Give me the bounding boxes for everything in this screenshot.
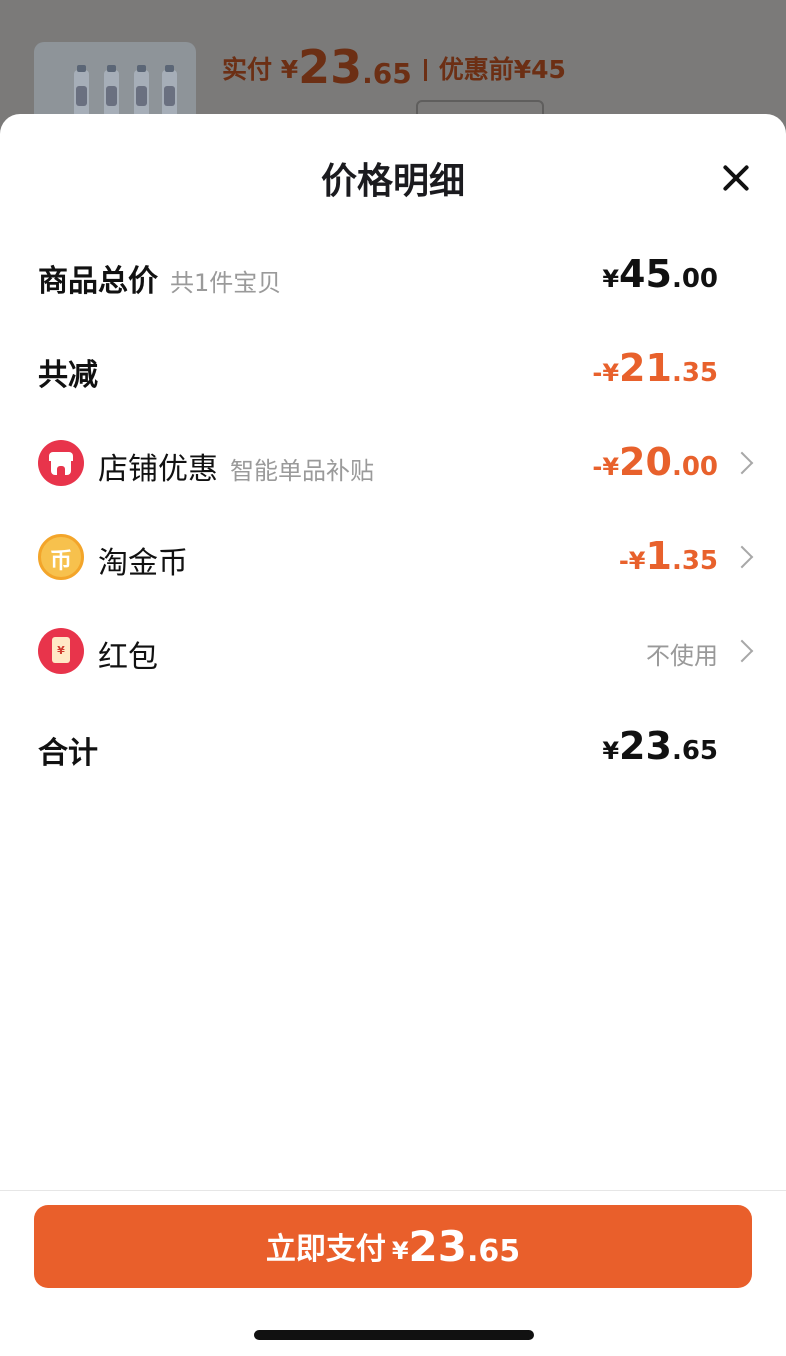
row-label: 红包: [98, 640, 158, 675]
row-label: 合计: [38, 736, 98, 771]
price-detail-sheet: 价格明细 商品总价 共1件宝贝 ¥45.00 共减 -¥21.35 店铺优惠 智能单…: [0, 114, 786, 1356]
row-label: 商品总价: [38, 264, 158, 299]
row-sum: 合计 ¥23.65: [0, 718, 786, 778]
row-shop-discount[interactable]: 店铺优惠 智能单品补贴 -¥20.00: [0, 434, 786, 494]
background-price: 实付 ¥23.65 优惠前¥45: [222, 40, 566, 94]
sheet-title: 价格明细: [320, 161, 465, 202]
row-total-price: 商品总价 共1件宝贝 ¥45.00: [0, 246, 786, 306]
chevron-right-icon: [730, 639, 754, 663]
shop-icon: [38, 440, 84, 486]
row-label: 共减: [38, 358, 98, 393]
row-sub: 共1件宝贝: [170, 269, 282, 297]
row-label: 淘金币: [98, 546, 188, 581]
row-coin[interactable]: 币 淘金币 -¥1.35: [0, 528, 786, 588]
pay-now-button[interactable]: 立即支付 ¥23.65: [34, 1205, 752, 1288]
row-label: 店铺优惠: [98, 452, 218, 487]
hongbao-icon: ¥: [38, 628, 84, 674]
hongbao-value: 不使用: [646, 642, 718, 670]
coin-icon: 币: [38, 534, 84, 580]
footer-divider: [0, 1190, 786, 1191]
chevron-right-icon: [730, 451, 754, 475]
total-amount: ¥45.00: [602, 252, 718, 296]
row-sub: 智能单品补贴: [230, 457, 374, 485]
coin-amount: -¥1.35: [618, 534, 718, 578]
reduction-amount: -¥21.35: [592, 346, 718, 390]
sum-amount: ¥23.65: [602, 724, 718, 768]
row-hongbao[interactable]: ¥ 红包 不使用: [0, 622, 786, 682]
home-indicator: [254, 1330, 534, 1340]
chevron-right-icon: [730, 545, 754, 569]
background-page: 实付 ¥23.65 优惠前¥45: [0, 0, 786, 130]
close-icon[interactable]: [716, 158, 756, 198]
shop-discount-amount: -¥20.00: [592, 440, 718, 484]
row-total-reduction: 共减 -¥21.35: [0, 340, 786, 400]
